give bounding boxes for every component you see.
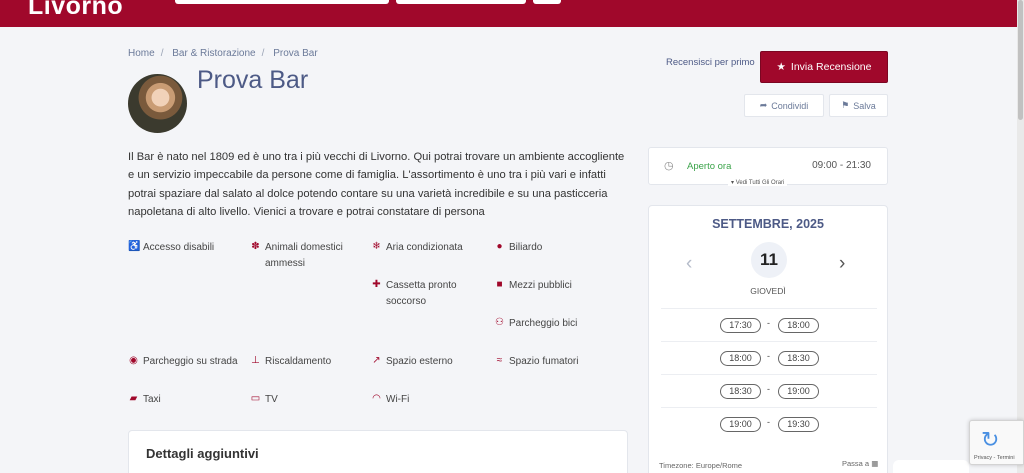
scrollbar-thumb[interactable] [1018, 0, 1023, 120]
slot-end[interactable]: 19:30 [778, 417, 819, 432]
slot-end[interactable]: 19:00 [778, 384, 819, 399]
today-hours: 09:00 - 21:30 [812, 160, 871, 171]
calendar-selected-day[interactable]: 11 [751, 242, 787, 278]
thermometer-icon: ⊥ [251, 355, 260, 366]
smoking-icon: ≈ [496, 355, 503, 366]
paw-icon: ✽ [251, 241, 260, 252]
amenity-animali: ✽ Animali domestici ammessi [251, 241, 343, 269]
amenity-taxi: ▰ Taxi [129, 393, 161, 405]
scrollbar[interactable] [1017, 0, 1024, 473]
amenity-wifi: ◠ Wi-Fi [372, 393, 410, 405]
chevron-right-icon[interactable]: › [839, 253, 845, 275]
time-slot-row[interactable]: 18:30 - 19:00 [661, 374, 877, 407]
search-button[interactable] [533, 0, 561, 4]
details-heading: Dettagli aggiuntivi [146, 446, 259, 461]
save-button[interactable]: ⚑ Salva [829, 94, 888, 117]
star-icon: ★ [776, 61, 786, 73]
parking-icon: ◉ [129, 355, 138, 366]
bus-icon: ■ [496, 279, 503, 290]
bookmark-icon: ⚑ [841, 100, 850, 110]
wheelchair-icon: ♿ [128, 241, 141, 252]
car-icon: ▰ [129, 393, 138, 404]
amenity-aria-condizionata: ❄ Aria condizionata [372, 241, 463, 253]
slot-end[interactable]: 18:30 [778, 351, 819, 366]
breadcrumb-separator: / [160, 48, 164, 59]
slot-dash: - [767, 417, 770, 427]
send-review-button[interactable]: ★ Invia Recensione [760, 51, 888, 83]
slot-start[interactable]: 17:30 [720, 318, 761, 333]
listing-description: Il Bar è nato nel 1809 ed è uno tra i pi… [128, 151, 625, 218]
clock-icon: ◷ [664, 160, 674, 172]
slot-dash: - [767, 318, 770, 328]
all-hours-link[interactable]: ▾ Vedi Tutti Gli Orari [728, 179, 788, 186]
timezone-label: Timezone: Europe/Rome [659, 461, 743, 470]
amenity-spazio-fumatori: ≈ Spazio fumatori [494, 354, 609, 370]
listing-avatar [128, 74, 187, 133]
slot-start[interactable]: 19:00 [720, 417, 761, 432]
amenity-tv: ▭ TV [250, 393, 278, 405]
amenity-riscaldamento: ⊥ Riscaldamento [251, 355, 332, 367]
breadcrumb-home[interactable]: Home [128, 48, 155, 59]
breadcrumb-separator: / [261, 48, 265, 59]
amenity-pronto-soccorso: ✚ Cassetta pronto soccorso [372, 279, 457, 307]
tv-icon: ▭ [250, 393, 261, 404]
jump-to-date[interactable]: Passa a ▦ [842, 459, 878, 468]
open-status: Aperto ora [687, 161, 732, 172]
recaptcha-links[interactable]: Privacy - Termini [974, 455, 1015, 461]
amenity-spazio-esterno: ↗ Spazio esterno [372, 355, 453, 367]
time-slot-row[interactable]: 17:30 - 18:00 [661, 308, 877, 341]
amenity-parcheggio-bici: ⚇ Parcheggio bici [495, 317, 578, 329]
recaptcha-icon: ↻ [981, 427, 1000, 452]
time-slot-row[interactable]: 18:00 - 18:30 [661, 341, 877, 374]
details-card: Dettagli aggiuntivi [128, 430, 628, 473]
search-location-field[interactable] [396, 0, 526, 4]
amenity-biliardo: ● Biliardo [494, 240, 609, 256]
chevron-left-icon[interactable]: ‹ [686, 253, 692, 275]
breadcrumb-current: Prova Bar [273, 48, 318, 59]
breadcrumb-category[interactable]: Bar & Ristorazione [172, 48, 255, 59]
calendar-icon: ▦ [871, 459, 879, 468]
review-first-link[interactable]: Recensisci per primo [666, 57, 755, 68]
breadcrumb: Home / Bar & Ristorazione / Prova Bar [128, 48, 324, 59]
external-link-icon: ↗ [372, 355, 381, 366]
share-button[interactable]: ➦ Condividi [744, 94, 824, 117]
slot-start[interactable]: 18:00 [720, 351, 761, 366]
wifi-icon: ◠ [372, 393, 381, 404]
search-keyword-field[interactable] [175, 0, 389, 4]
slot-dash: - [767, 384, 770, 394]
page-title: Prova Bar [197, 66, 309, 94]
snowflake-icon: ❄ [372, 241, 381, 252]
site-logo[interactable]: Livorno [28, 0, 123, 21]
time-slot-row[interactable]: 19:00 - 19:30 [661, 407, 877, 440]
amenity-parcheggio-strada: ◉ Parcheggio su strada [129, 355, 238, 367]
amenity-accesso-disabili: ♿ Accesso disabili [128, 241, 215, 253]
bicycle-icon: ⚇ [495, 317, 504, 328]
slot-dash: - [767, 351, 770, 361]
top-header: Livorno [0, 0, 1024, 27]
calendar-month: SETTEMBRE, 2025 [712, 217, 824, 231]
share-icon: ➦ [759, 100, 768, 110]
billiard-icon: ● [496, 241, 503, 252]
first-aid-icon: ✚ [372, 279, 381, 290]
calendar-weekday: GIOVEDÌ [750, 286, 786, 296]
opening-hours-card: ◷ Aperto ora 09:00 - 21:30 ▾ Vedi Tutti … [648, 147, 888, 186]
recaptcha-badge[interactable]: ↻ Privacy - Termini [969, 420, 1024, 465]
slot-start[interactable]: 18:30 [720, 384, 761, 399]
booking-calendar: SETTEMBRE, 2025 ‹ 11 › GIOVEDÌ 17:30 - 1… [648, 205, 888, 473]
slot-end[interactable]: 18:00 [778, 318, 819, 333]
amenity-mezzi-pubblici: ■ Mezzi pubblici [494, 278, 609, 294]
chat-widget-tab[interactable] [893, 460, 969, 473]
